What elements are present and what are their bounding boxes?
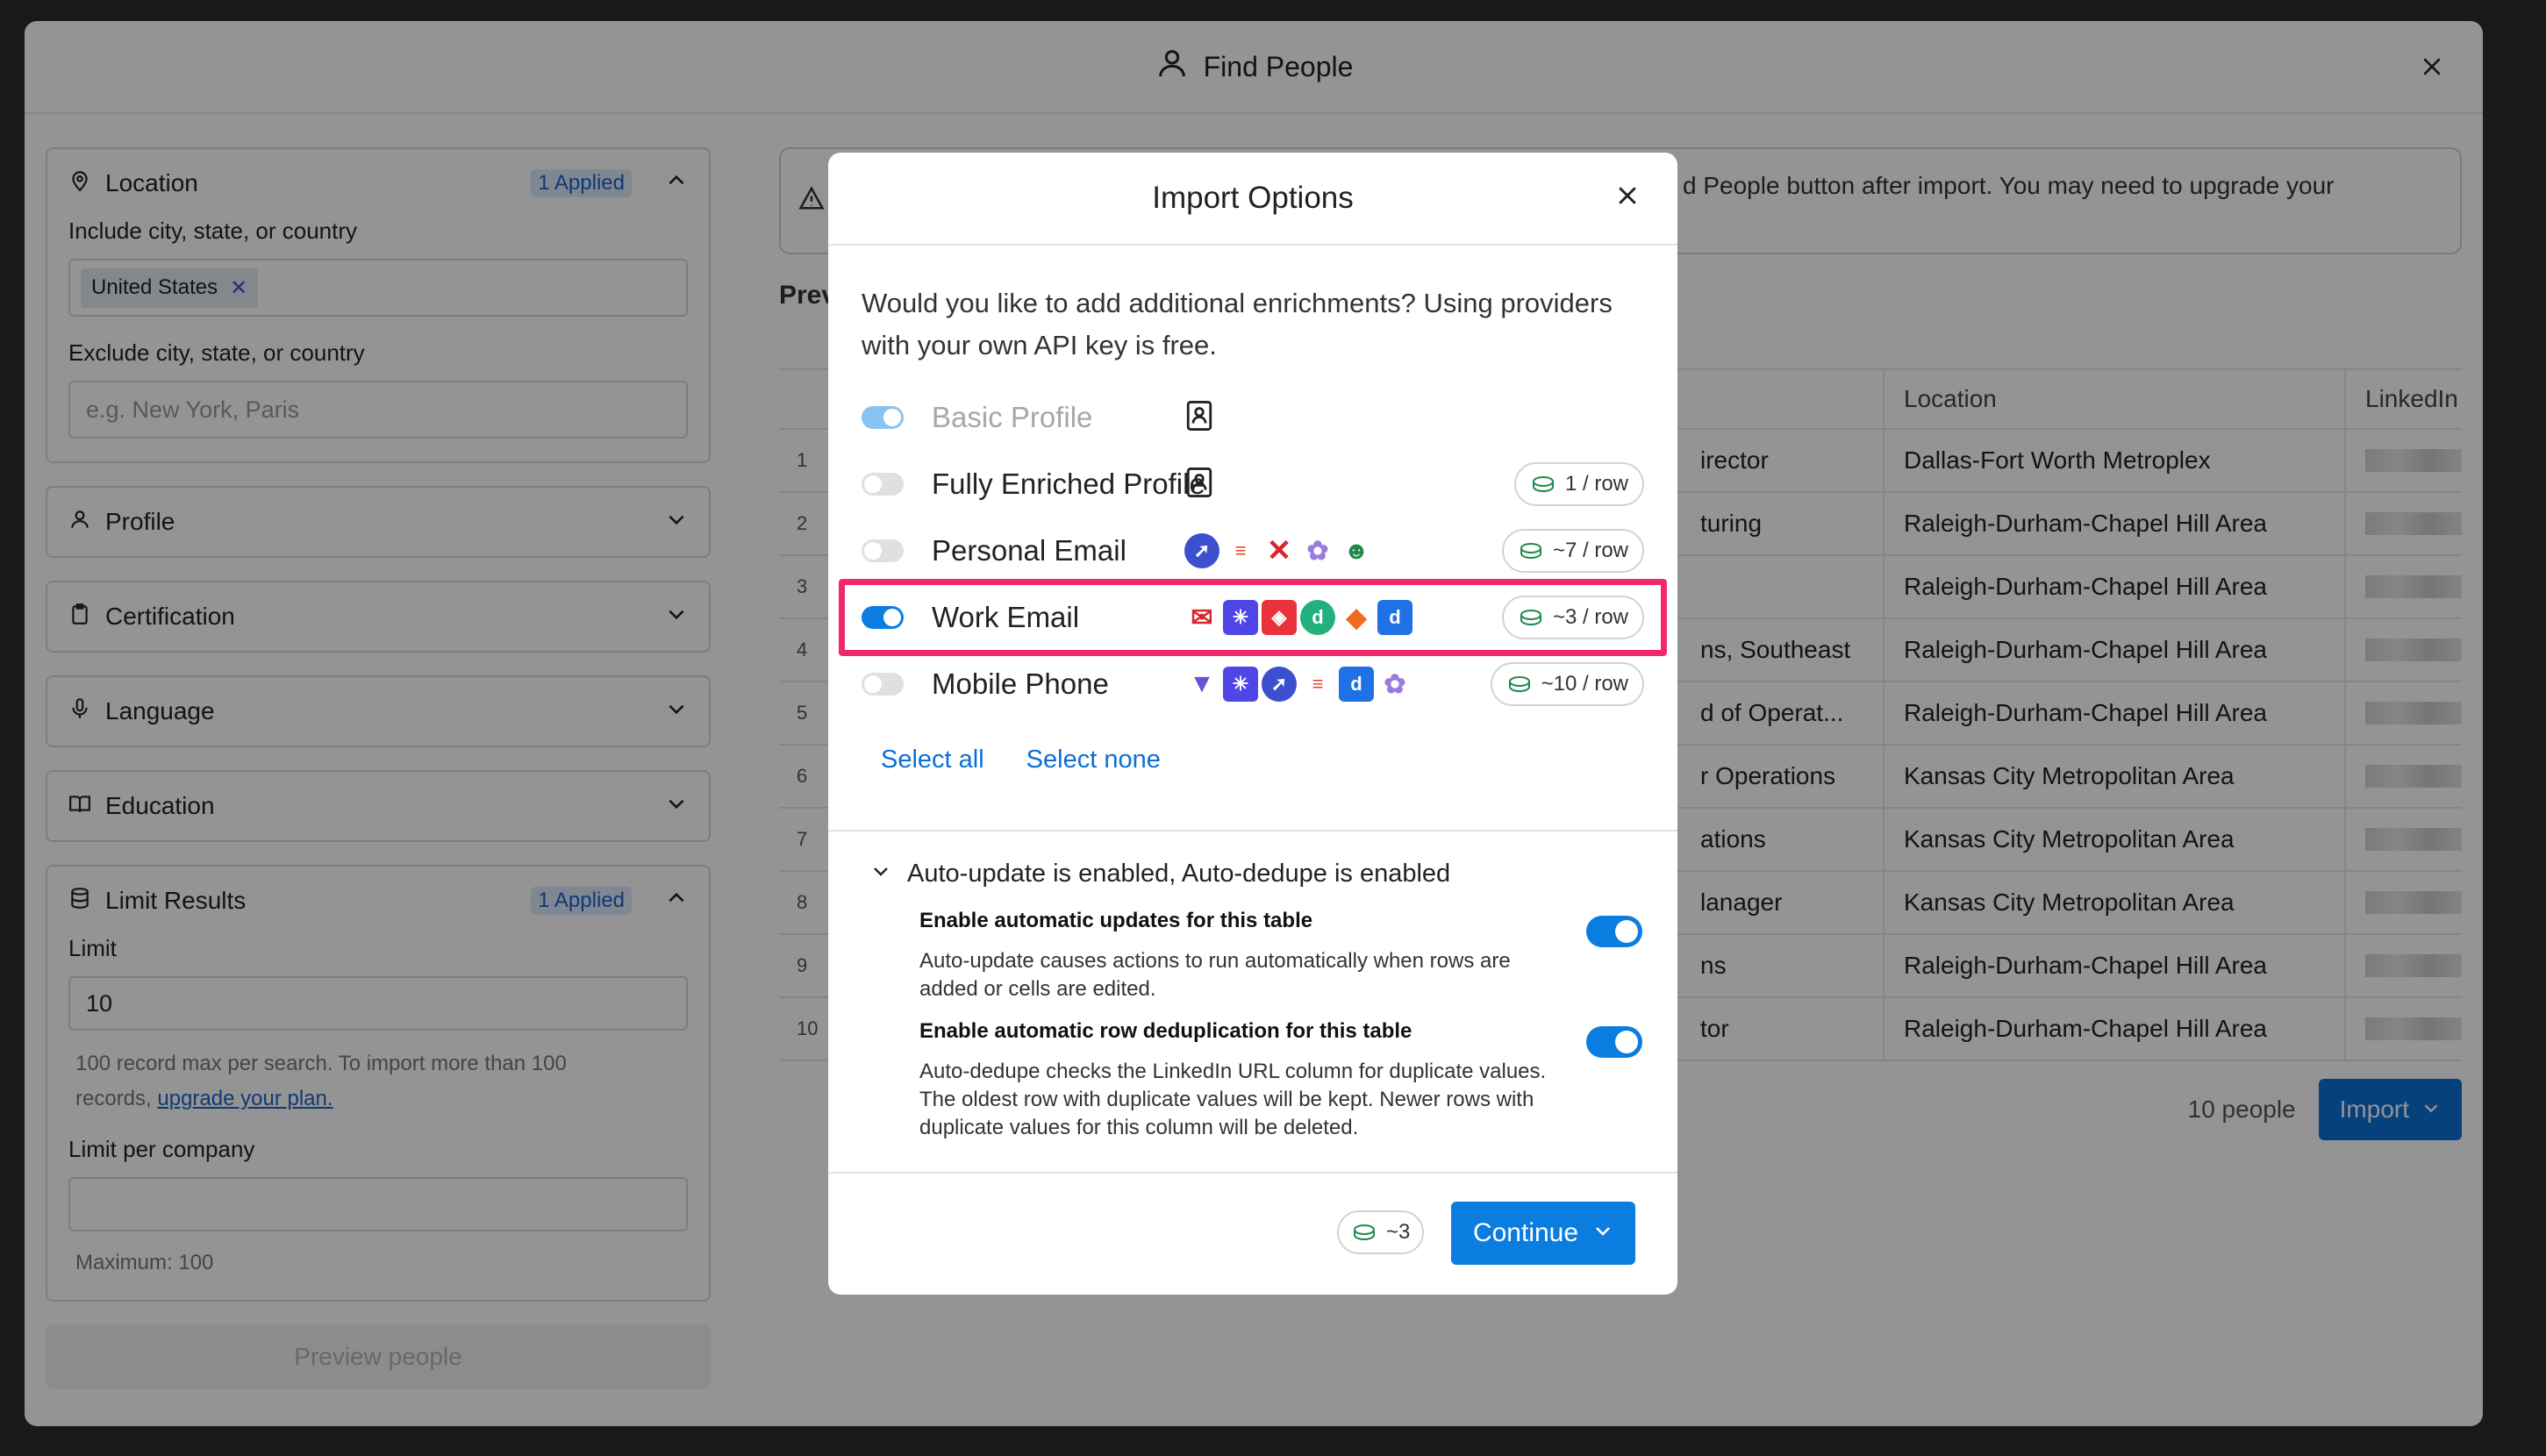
modal-title: Import Options [1152,181,1354,215]
provider-icons [1184,399,1214,437]
d-logo-blue-icon: d [1377,600,1412,635]
provider-icons: ➚ ≡ ✕ ✿ ☻ [1184,533,1374,568]
coins-icon [1520,610,1541,626]
provider-icons [1184,466,1214,503]
speed-lines-icon: ≡ [1300,667,1335,702]
brain-icon: ✿ [1377,667,1412,702]
divider [828,830,1677,831]
auto-update-toggle[interactable] [1586,916,1642,947]
fully-enriched-toggle[interactable] [862,473,904,496]
auto-dedupe-setting: Enable automatic row deduplication for t… [870,1019,1642,1142]
cost-badge: ~10 / row [1490,662,1644,706]
modal-question: Would you like to add additional enrichm… [862,288,1613,360]
auto-dedupe-toggle[interactable] [1586,1026,1642,1058]
rocket-icon: ➚ [1184,533,1219,568]
select-all-link[interactable]: Select all [881,746,984,774]
fox-icon: ◆ [1339,600,1374,635]
continue-button[interactable]: Continue [1451,1202,1635,1265]
cost-badge: ~7 / row [1501,529,1644,573]
bars-logo-icon: ▼ [1184,667,1219,702]
cost-label: ~3 / row [1552,605,1628,629]
auto-settings-title: Auto-update is enabled, Auto-dedupe is e… [907,859,1451,888]
provider-icons: ✉ ✳ ◈ d ◆ d [1184,600,1412,635]
select-none-link[interactable]: Select none [1026,746,1161,774]
option-basic-profile: Basic Profile [862,384,1644,451]
provider-icons: ▼ ✳ ➚ ≡ d ✿ [1184,667,1412,702]
contact-card-icon [1184,466,1214,503]
option-work-email[interactable]: Work Email ✉ ✳ ◈ d ◆ d ~3 / row [839,579,1667,656]
cube-icon: ◈ [1262,600,1297,635]
option-personal-email[interactable]: Personal Email ➚ ≡ ✕ ✿ ☻ ~7 / row [862,517,1644,584]
option-mobile-phone[interactable]: Mobile Phone ▼ ✳ ➚ ≡ d ✿ ~10 / row [862,651,1644,717]
modal-close-icon[interactable] [1614,182,1648,216]
select-links: Select all Select none [881,746,1161,774]
option-fully-enriched-profile[interactable]: Fully Enriched Profile 1 / row [862,451,1644,517]
sparkle-icon: ✳ [1223,600,1258,635]
coins-icon [1532,476,1554,493]
envelope-heart-icon: ✉ [1184,600,1219,635]
d-logo-blue-icon: d [1339,667,1374,702]
cost-badge: ~3 / row [1501,596,1644,639]
chevron-down-icon [1592,1218,1613,1248]
modal-header: Import Options [828,153,1677,246]
brain-icon: ✿ [1300,533,1335,568]
total-cost-label: ~3 [1386,1220,1411,1244]
auto-dedupe-description: Auto-dedupe checks the LinkedIn URL colu… [919,1060,1547,1139]
contact-card-icon [1184,399,1214,437]
enrichment-options: Basic Profile Fully Enriched Profile 1 /… [839,384,1667,717]
auto-update-title: Enable automatic updates for this table [919,909,1313,932]
coins-icon [1520,543,1541,560]
personal-email-toggle[interactable] [862,539,904,562]
cost-label: ~7 / row [1552,539,1628,562]
chevron-down-icon [870,860,891,889]
modal-footer: ~3 Continue [828,1174,1677,1295]
robot-icon: ☻ [1339,533,1374,568]
mobile-phone-toggle[interactable] [862,673,904,696]
speed-lines-icon: ≡ [1223,533,1258,568]
auto-dedupe-title: Enable automatic row deduplication for t… [919,1019,1412,1043]
sparkle-icon: ✳ [1223,667,1258,702]
cost-label: 1 / row [1564,472,1628,496]
auto-settings-header[interactable]: Auto-update is enabled, Auto-dedupe is e… [870,854,1642,893]
coins-icon [1508,676,1530,693]
rocket-icon: ➚ [1262,667,1297,702]
auto-update-setting: Enable automatic updates for this table … [870,909,1642,1003]
x-logo-icon: ✕ [1262,533,1297,568]
cost-label: ~10 / row [1541,672,1628,696]
continue-button-label: Continue [1472,1218,1579,1247]
total-cost-badge: ~3 [1337,1210,1425,1254]
auto-settings-section: Auto-update is enabled, Auto-dedupe is e… [870,854,1642,1142]
work-email-toggle[interactable] [862,606,904,629]
d-logo-green-icon: d [1300,600,1335,635]
coins-icon [1354,1224,1375,1241]
basic-profile-toggle [862,406,904,429]
auto-update-description: Auto-update causes actions to run automa… [919,949,1511,1001]
import-options-modal: Import Options Would you like to add add… [828,153,1677,1295]
cost-badge: 1 / row [1513,462,1644,506]
